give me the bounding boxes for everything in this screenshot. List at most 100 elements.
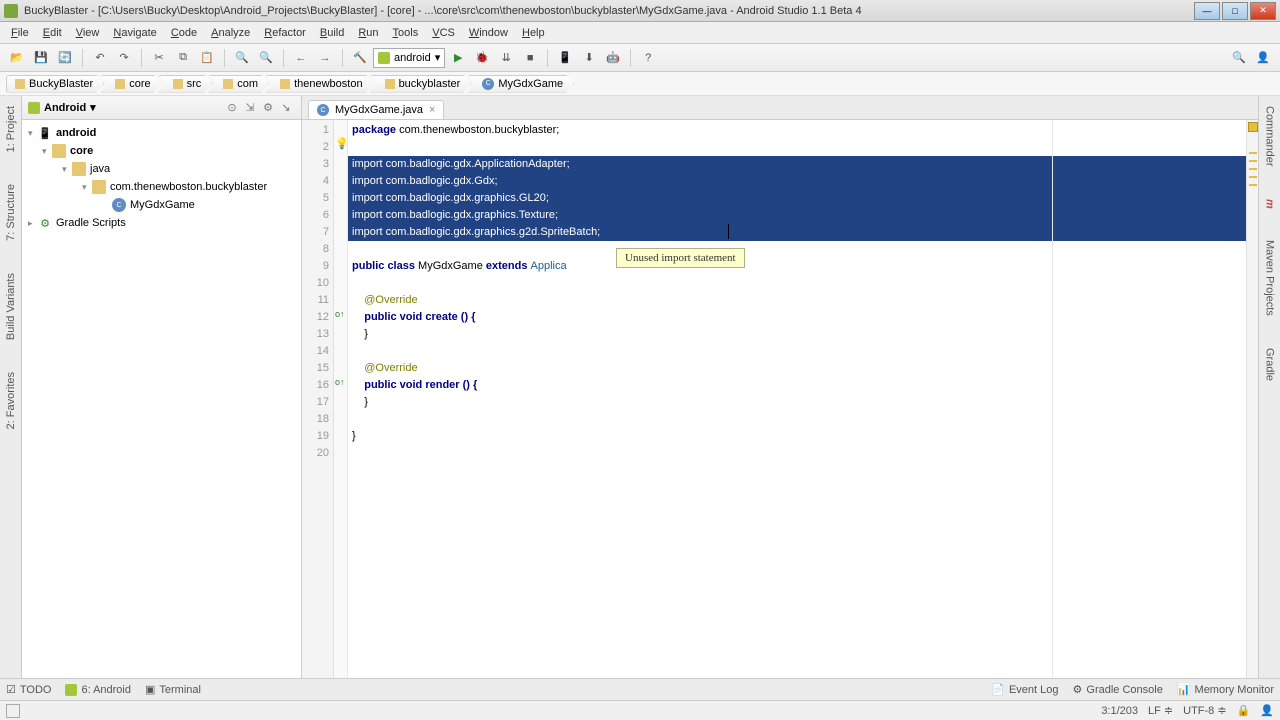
crumb-project[interactable]: BuckyBlaster: [6, 75, 104, 93]
menu-code[interactable]: Code: [164, 25, 204, 41]
make-icon[interactable]: 🔨: [349, 47, 371, 69]
back-icon[interactable]: ←: [290, 47, 312, 69]
find-icon[interactable]: 🔍: [231, 47, 253, 69]
menu-build[interactable]: Build: [313, 25, 351, 41]
warning-mark[interactable]: [1249, 184, 1257, 186]
redo-icon[interactable]: ↷: [113, 47, 135, 69]
warning-mark[interactable]: [1249, 168, 1257, 170]
menu-edit[interactable]: Edit: [36, 25, 69, 41]
code-line: import com.badlogic.gdx.graphics.Texture…: [348, 207, 1246, 224]
file-encoding[interactable]: UTF-8 ≑: [1183, 704, 1226, 717]
run-icon[interactable]: ▶: [447, 47, 469, 69]
lock-icon[interactable]: 🔒: [1237, 704, 1251, 717]
expand-icon[interactable]: ▸: [28, 218, 38, 229]
tab-structure[interactable]: 7: Structure: [3, 178, 19, 247]
user-icon[interactable]: 👤: [1252, 47, 1274, 69]
menu-vcs[interactable]: VCS: [425, 25, 462, 41]
open-icon[interactable]: 📂: [6, 47, 28, 69]
tab-gradle-console[interactable]: ⚙Gradle Console: [1073, 683, 1163, 696]
run-config-combo[interactable]: android ▾: [373, 48, 445, 68]
expand-icon[interactable]: ▾: [42, 146, 52, 157]
menu-view[interactable]: View: [69, 25, 107, 41]
menu-refactor[interactable]: Refactor: [257, 25, 313, 41]
forward-icon[interactable]: →: [314, 47, 336, 69]
tab-maven-label[interactable]: Maven Projects: [1262, 234, 1278, 322]
sync-icon[interactable]: 🔄: [54, 47, 76, 69]
warning-mark[interactable]: [1249, 160, 1257, 162]
tab-event-log[interactable]: 📄Event Log: [991, 683, 1058, 696]
tab-build-variants[interactable]: Build Variants: [3, 267, 19, 346]
monitor-icon[interactable]: 🤖: [602, 47, 624, 69]
menu-navigate[interactable]: Navigate: [106, 25, 163, 41]
expand-icon[interactable]: ▾: [62, 164, 72, 175]
debug-icon[interactable]: 🐞: [471, 47, 493, 69]
expand-icon[interactable]: ▾: [28, 128, 38, 139]
separator: [547, 49, 548, 67]
crumb-com[interactable]: com: [208, 75, 269, 93]
stop-icon[interactable]: ■: [519, 47, 541, 69]
save-icon[interactable]: 💾: [30, 47, 52, 69]
code-area[interactable]: package com.thenewboston.buckyblaster; i…: [348, 120, 1246, 678]
line-separator[interactable]: LF ≑: [1148, 704, 1173, 717]
tab-memory-monitor[interactable]: 📊Memory Monitor: [1177, 683, 1274, 696]
editor-body[interactable]: 1 2 3 4 5 6 7 8 9 10 11 12 13 14 15 16 1…: [302, 120, 1258, 678]
copy-icon[interactable]: ⧉: [172, 47, 194, 69]
expand-icon[interactable]: ▾: [82, 182, 92, 193]
menu-run[interactable]: Run: [351, 25, 385, 41]
search-everywhere-icon[interactable]: 🔍: [1228, 47, 1250, 69]
menu-help[interactable]: Help: [515, 25, 552, 41]
file-tab[interactable]: C MyGdxGame.java ×: [308, 100, 444, 119]
replace-icon[interactable]: 🔍: [255, 47, 277, 69]
tab-todo[interactable]: ☑TODO: [6, 683, 51, 696]
ide-status-icon[interactable]: [6, 704, 20, 718]
tab-favorites[interactable]: 2: Favorites: [3, 366, 19, 435]
tree-core[interactable]: ▾core: [22, 142, 301, 160]
override-icon[interactable]: o↑: [335, 377, 345, 387]
menu-window[interactable]: Window: [462, 25, 515, 41]
tab-android[interactable]: 6: Android: [65, 684, 131, 696]
caret-position[interactable]: 3:1/203: [1101, 705, 1138, 717]
maximize-button[interactable]: □: [1222, 2, 1248, 20]
tab-commander[interactable]: Commander: [1262, 100, 1278, 173]
tree-java[interactable]: ▾java: [22, 160, 301, 178]
undo-icon[interactable]: ↶: [89, 47, 111, 69]
crumb-class[interactable]: CMyGdxGame: [467, 75, 574, 93]
menu-file[interactable]: File: [4, 25, 36, 41]
menu-tools[interactable]: Tools: [386, 25, 426, 41]
intention-bulb-icon[interactable]: 💡: [335, 137, 349, 150]
crumb-buckyblaster[interactable]: buckyblaster: [370, 75, 472, 93]
tree-package[interactable]: ▾com.thenewboston.buckyblaster: [22, 178, 301, 196]
gear-icon[interactable]: ⚙: [259, 99, 277, 117]
avd-icon[interactable]: 📱: [554, 47, 576, 69]
tab-terminal[interactable]: ▣Terminal: [145, 683, 201, 696]
paste-icon[interactable]: 📋: [196, 47, 218, 69]
scroll-from-source-icon[interactable]: ⊙: [223, 99, 241, 117]
warning-mark[interactable]: [1249, 152, 1257, 154]
tree-root[interactable]: ▾📱android: [22, 124, 301, 142]
tab-project[interactable]: 1: Project: [3, 100, 19, 158]
tree-class[interactable]: CMyGdxGame: [22, 196, 301, 214]
crumb-src[interactable]: src: [158, 75, 213, 93]
error-stripe[interactable]: [1246, 120, 1258, 678]
cut-icon[interactable]: ✂: [148, 47, 170, 69]
sdk-icon[interactable]: ⬇: [578, 47, 600, 69]
minimize-button[interactable]: —: [1194, 2, 1220, 20]
close-button[interactable]: ✕: [1250, 2, 1276, 20]
close-tab-icon[interactable]: ×: [429, 104, 435, 116]
hector-icon[interactable]: 👤: [1260, 704, 1274, 717]
tab-gradle[interactable]: Gradle: [1262, 342, 1278, 387]
crumb-core[interactable]: core: [100, 75, 161, 93]
help-icon[interactable]: ?: [637, 47, 659, 69]
hide-icon[interactable]: ↘: [277, 99, 295, 117]
tree-gradle-scripts[interactable]: ▸⚙Gradle Scripts: [22, 214, 301, 232]
menu-analyze[interactable]: Analyze: [204, 25, 257, 41]
inspection-status-icon[interactable]: [1248, 122, 1258, 132]
attach-icon[interactable]: ⇊: [495, 47, 517, 69]
tab-maven[interactable]: m: [1262, 193, 1278, 215]
crumb-thenewboston[interactable]: thenewboston: [265, 75, 374, 93]
warning-mark[interactable]: [1249, 176, 1257, 178]
project-view-selector[interactable]: Android ▾: [28, 101, 223, 114]
collapse-all-icon[interactable]: ⇲: [241, 99, 259, 117]
folder-icon: [223, 79, 233, 89]
override-icon[interactable]: o↑: [335, 309, 345, 319]
